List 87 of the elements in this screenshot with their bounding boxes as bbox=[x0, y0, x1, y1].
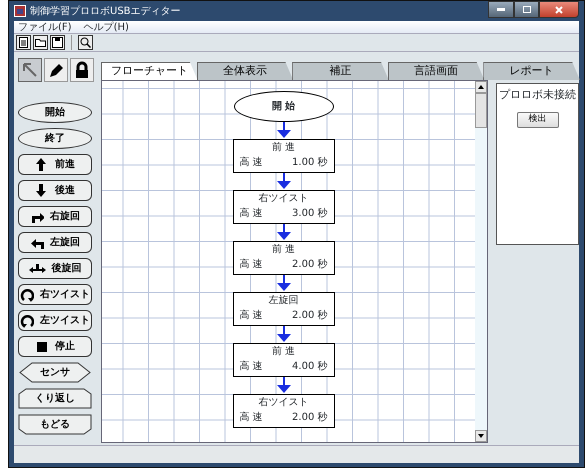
tab[interactable]: レポート bbox=[483, 62, 580, 80]
save-button[interactable] bbox=[50, 35, 65, 50]
scroll-up-button[interactable] bbox=[475, 81, 487, 93]
palette-button[interactable]: 終了 bbox=[18, 128, 92, 149]
flow-block[interactable]: 前 進 高 速 4.00 秒 bbox=[232, 343, 334, 377]
open-button[interactable] bbox=[33, 35, 48, 50]
block-title: 右ツイスト bbox=[258, 396, 310, 410]
scroll-thumb[interactable] bbox=[475, 93, 487, 128]
lock-icon bbox=[73, 61, 91, 79]
maximize-button[interactable] bbox=[514, 1, 539, 18]
up-arrow-icon bbox=[478, 85, 484, 89]
flow-arrow bbox=[276, 275, 290, 292]
zoom-button[interactable] bbox=[78, 35, 93, 50]
palette-button[interactable]: センサ bbox=[18, 362, 92, 383]
palette-button[interactable]: 前進 bbox=[18, 154, 92, 175]
block-title: 前 進 bbox=[270, 243, 296, 257]
menu-item[interactable]: ファイル(F) bbox=[16, 21, 74, 33]
flow-arrow bbox=[276, 173, 290, 190]
duration-label: 4.00 秒 bbox=[292, 360, 328, 374]
tab[interactable]: フローチャート bbox=[101, 62, 198, 80]
flow-block[interactable]: 前 進 高 速 1.00 秒 bbox=[232, 139, 334, 173]
page-icon bbox=[19, 37, 28, 48]
duration-label: 2.00 秒 bbox=[292, 411, 328, 425]
vertical-scrollbar[interactable] bbox=[475, 81, 487, 442]
block-title: 前 進 bbox=[270, 141, 296, 155]
new-file-button[interactable] bbox=[16, 35, 31, 50]
flow-block[interactable]: 左旋回 高 速 2.00 秒 bbox=[232, 292, 334, 326]
flow-arrow bbox=[276, 224, 290, 241]
down-arrow-icon bbox=[35, 183, 49, 198]
duration-label: 2.00 秒 bbox=[292, 309, 328, 323]
tab[interactable]: 言語画面 bbox=[388, 62, 484, 80]
flow-arrow bbox=[276, 122, 290, 139]
flow-arrow bbox=[276, 377, 290, 394]
close-button[interactable] bbox=[539, 1, 579, 18]
speed-label: 高 速 bbox=[240, 360, 263, 374]
palette-button[interactable]: 右旋回 bbox=[18, 206, 92, 227]
clockwise-arrow-icon bbox=[20, 287, 34, 302]
speed-label: 高 速 bbox=[240, 411, 263, 425]
magnifier-icon bbox=[80, 37, 91, 48]
detect-button[interactable]: 検出 bbox=[516, 112, 558, 128]
speed-label: 高 速 bbox=[240, 156, 263, 170]
close-icon bbox=[555, 6, 563, 14]
start-node[interactable]: 開 始 bbox=[234, 91, 334, 122]
speed-label: 高 速 bbox=[240, 309, 263, 323]
duration-label: 3.00 秒 bbox=[292, 207, 328, 221]
palette-button[interactable]: くり返し bbox=[18, 388, 92, 409]
palette-button[interactable]: 右ツイスト bbox=[18, 284, 92, 305]
palette-button[interactable]: 開始 bbox=[18, 102, 92, 123]
flowchart-canvas[interactable]: 開 始 前 進 高 速 1.00 秒 右ツイスト 高 速 3.00 秒 前 進 高 速 2.00 秒 左旋回 高 速 2.00 秒 前 進 高 速 4.00 秒 右ツイスト 高 速 2.00 秒 bbox=[102, 81, 475, 442]
tab[interactable]: 補正 bbox=[292, 62, 389, 80]
connection-status: プロロボ未接続 bbox=[499, 87, 576, 103]
palette-button[interactable]: 後進 bbox=[18, 180, 92, 201]
pointer-icon bbox=[21, 61, 39, 79]
block-title: 右ツイスト bbox=[258, 192, 310, 206]
flow-block[interactable]: 右ツイスト 高 速 2.00 秒 bbox=[232, 394, 334, 428]
speed-label: 高 速 bbox=[240, 258, 263, 272]
back-turn-arrow-icon bbox=[28, 261, 46, 276]
minimize-button[interactable] bbox=[488, 1, 514, 18]
down-arrow-icon bbox=[478, 434, 484, 438]
minimize-icon bbox=[497, 8, 505, 12]
floppy-icon bbox=[52, 37, 63, 48]
palette-button[interactable]: もどる bbox=[18, 414, 92, 435]
scroll-down-button[interactable] bbox=[475, 430, 487, 442]
app-icon bbox=[14, 5, 26, 17]
palette-button[interactable]: 左ツイスト bbox=[18, 310, 92, 331]
tool-button[interactable] bbox=[44, 58, 68, 82]
palette-button[interactable]: 停止 bbox=[18, 336, 92, 357]
duration-label: 1.00 秒 bbox=[292, 156, 328, 170]
folder-icon bbox=[35, 38, 46, 47]
flow-arrow bbox=[276, 326, 290, 343]
maximize-icon bbox=[522, 6, 530, 13]
block-title: 左旋回 bbox=[268, 294, 300, 308]
window-title: 制御学習プロロボUSBエディター bbox=[30, 4, 181, 18]
counterclockwise-arrow-icon bbox=[20, 313, 34, 328]
flow-block[interactable]: 右ツイスト 高 速 3.00 秒 bbox=[232, 190, 334, 224]
pencil-icon bbox=[47, 61, 65, 79]
palette-button[interactable]: 左旋回 bbox=[18, 232, 92, 253]
menu-item[interactable]: ヘルプ(H) bbox=[82, 21, 131, 33]
flow-block[interactable]: 前 進 高 速 2.00 秒 bbox=[232, 241, 334, 275]
tool-button[interactable] bbox=[70, 58, 94, 82]
square-icon bbox=[35, 339, 49, 354]
up-arrow-icon bbox=[35, 157, 49, 172]
speed-label: 高 速 bbox=[240, 207, 263, 221]
duration-label: 2.00 秒 bbox=[292, 258, 328, 272]
block-title: 前 進 bbox=[270, 345, 296, 359]
palette-button[interactable]: 後旋回 bbox=[18, 258, 92, 279]
tab[interactable]: 全体表示 bbox=[196, 62, 294, 80]
